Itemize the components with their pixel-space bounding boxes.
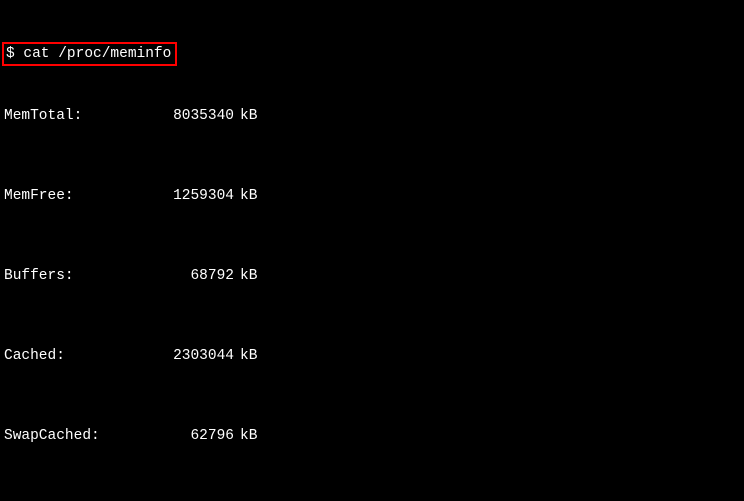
meminfo-row: Buffers:68792kB xyxy=(4,266,740,286)
meminfo-table: MemTotal:8035340kB MemFree:1259304kB Buf… xyxy=(4,66,740,501)
command-line[interactable]: $ cat /proc/meminfo xyxy=(4,42,740,66)
meminfo-value: 62796 xyxy=(154,426,234,446)
meminfo-key: SwapCached: xyxy=(4,426,154,446)
meminfo-key: Cached: xyxy=(4,346,154,366)
meminfo-key: Buffers: xyxy=(4,266,154,286)
meminfo-unit: kB xyxy=(234,106,257,126)
typed-command: cat /proc/meminfo xyxy=(23,46,171,62)
meminfo-unit: kB xyxy=(234,346,257,366)
meminfo-value: 8035340 xyxy=(154,106,234,126)
meminfo-unit: kB xyxy=(234,266,257,286)
meminfo-row: MemFree:1259304kB xyxy=(4,186,740,206)
meminfo-row: MemTotal:8035340kB xyxy=(4,106,740,126)
meminfo-key: MemFree: xyxy=(4,186,154,206)
shell-prompt: $ xyxy=(6,46,15,62)
meminfo-value: 1259304 xyxy=(154,186,234,206)
meminfo-value: 68792 xyxy=(154,266,234,286)
command-highlight: $ cat /proc/meminfo xyxy=(2,42,177,66)
terminal-output: $ cat /proc/meminfo MemTotal:8035340kB M… xyxy=(0,0,744,501)
meminfo-row: Cached:2303044kB xyxy=(4,346,740,366)
meminfo-unit: kB xyxy=(234,186,257,206)
meminfo-key: MemTotal: xyxy=(4,106,154,126)
meminfo-unit: kB xyxy=(234,426,257,446)
meminfo-value: 2303044 xyxy=(154,346,234,366)
meminfo-row: SwapCached:62796kB xyxy=(4,426,740,446)
